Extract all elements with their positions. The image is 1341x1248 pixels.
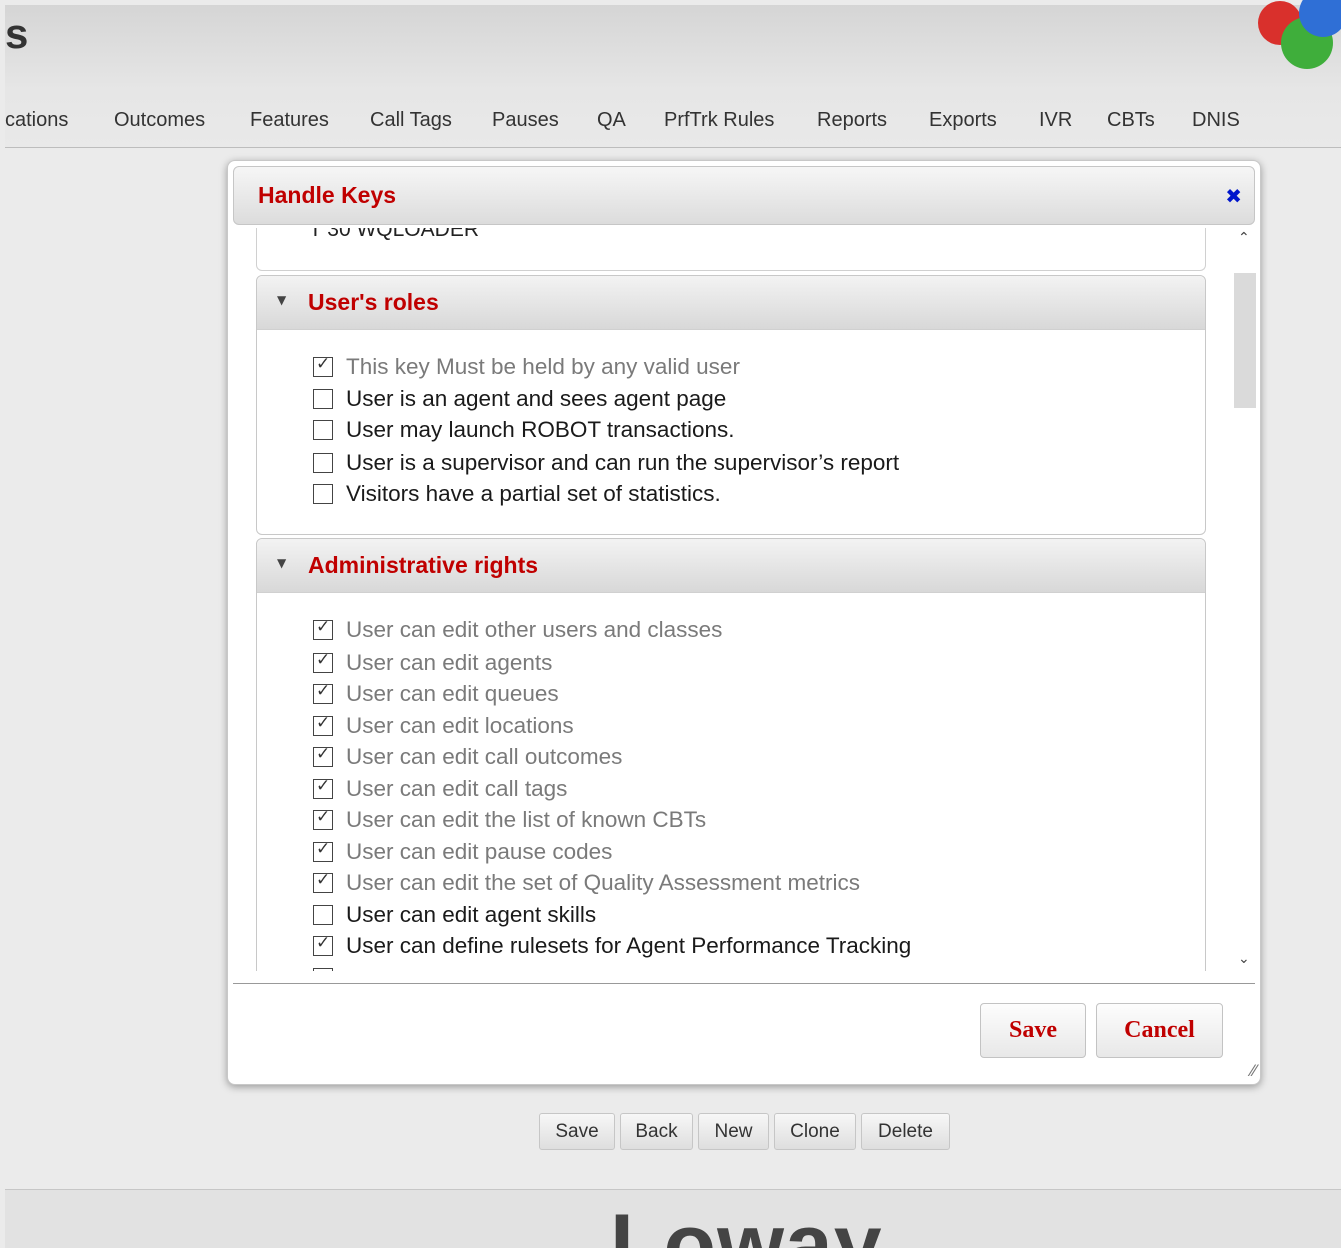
scroll-up-icon[interactable]: ⌃	[1238, 230, 1250, 246]
nav-item-exports[interactable]: Exports	[929, 109, 997, 132]
checkbox-label: User can edit the list of known CBTs	[346, 807, 707, 832]
nav-item-prftrk-rules[interactable]: PrfTrk Rules	[664, 109, 774, 132]
close-icon[interactable]: ✖	[1225, 184, 1242, 208]
new-button[interactable]: New	[698, 1113, 769, 1150]
checkbox-label: User can edit call outcomes	[346, 744, 623, 769]
section-header[interactable]: ▼ User's roles	[257, 276, 1205, 330]
checkmark-icon: ✓	[316, 839, 331, 859]
app-logo: s	[5, 10, 29, 57]
checkbox-label: User can edit agents	[346, 650, 553, 675]
checkmark-icon: ✓	[316, 617, 331, 637]
checkmark-icon: ✓	[316, 681, 331, 701]
dialog-cancel-button[interactable]: Cancel	[1096, 1003, 1223, 1058]
collapse-triangle-icon[interactable]: ▼	[277, 293, 286, 307]
clone-button[interactable]: Clone	[774, 1113, 856, 1150]
section-header[interactable]: ▼ Administrative rights	[257, 539, 1205, 593]
nav-item-reports[interactable]: Reports	[817, 109, 887, 132]
checkbox-label: User may launch ROBOT transactions.	[346, 417, 735, 442]
checkmark-icon: ✓	[316, 650, 331, 670]
checkbox[interactable]: ✓	[313, 354, 333, 377]
checkbox-label: User can edit call tags	[346, 776, 568, 801]
key-name-box: T 30 WQLOADER	[256, 228, 1206, 271]
checkbox[interactable]: ✓	[313, 776, 333, 799]
checkbox[interactable]: ✓	[313, 807, 333, 830]
checkbox[interactable]	[313, 968, 333, 971]
checkbox[interactable]	[313, 453, 333, 473]
resize-handle-icon[interactable]: ⁄⁄	[1251, 1061, 1256, 1080]
checkbox-label: User is a supervisor and can run the sup…	[346, 450, 900, 475]
nav-item-dnis[interactable]: DNIS	[1192, 109, 1240, 132]
checkbox-label: User can edit the set of Quality Assessm…	[346, 870, 860, 895]
checkbox-label: User can edit other users and classes	[346, 617, 723, 642]
checkbox-label: User can edit agent skills	[346, 902, 597, 927]
section-users-roles: ▼ User's roles ✓ This key Must be held b…	[256, 275, 1206, 535]
checkbox[interactable]: ✓	[313, 681, 333, 704]
nav-item-pauses[interactable]: Pauses	[492, 109, 559, 132]
nav-item-call-tags[interactable]: Call Tags	[370, 109, 452, 132]
checkmark-icon: ✓	[316, 807, 331, 827]
top-bar: s cations Outcomes Features Call Tags Pa…	[5, 0, 1341, 148]
dialog-save-button[interactable]: Save	[980, 1003, 1086, 1058]
nav-item-features[interactable]: Features	[250, 109, 329, 132]
checkmark-icon: ✓	[316, 933, 331, 953]
checkbox[interactable]	[313, 905, 333, 925]
section-administrative-rights: ▼ Administrative rights ✓ User can edit …	[256, 538, 1206, 971]
checkbox[interactable]	[313, 389, 333, 409]
checkbox[interactable]	[313, 484, 333, 504]
dialog-title: Handle Keys	[258, 182, 397, 208]
checkbox-label: User can edit pause codes	[346, 839, 613, 864]
nav-item-locations[interactable]: cations	[5, 109, 68, 132]
delete-button[interactable]: Delete	[861, 1113, 950, 1150]
back-button[interactable]: Back	[620, 1113, 693, 1150]
checkbox-label: User can edit queues	[346, 681, 559, 706]
checkbox[interactable]: ✓	[313, 713, 333, 736]
checkmark-icon: ✓	[316, 713, 331, 733]
checkbox-label: This key Must be held by any valid user	[346, 354, 740, 379]
section-title: User's roles	[308, 289, 439, 315]
brand-logo-icon	[1258, 0, 1341, 69]
dialog-body[interactable]: T 30 WQLOADER ▼ User's roles ✓ This key …	[228, 228, 1260, 971]
key-name: T 30 WQLOADER	[309, 228, 479, 241]
save-button[interactable]: Save	[539, 1113, 615, 1150]
section-title: Administrative rights	[308, 552, 539, 578]
scroll-thumb[interactable]	[1234, 273, 1256, 408]
dialog-header[interactable]: Handle Keys ✖	[233, 166, 1255, 225]
nav-item-outcomes[interactable]: Outcomes	[114, 109, 205, 132]
checkbox-label: Visitors have a partial set of statistic…	[346, 481, 721, 506]
checkbox[interactable]: ✓	[313, 744, 333, 767]
scroll-down-icon[interactable]: ⌄	[1238, 951, 1250, 967]
footer: Loway	[5, 1189, 1341, 1248]
checkbox[interactable]: ✓	[313, 839, 333, 862]
nav-item-ivr[interactable]: IVR	[1039, 109, 1072, 132]
checkbox-label: User is an agent and sees agent page	[346, 386, 727, 411]
checkmark-icon: ✓	[316, 776, 331, 796]
checkbox[interactable]	[313, 420, 333, 440]
checkmark-icon: ✓	[316, 744, 331, 764]
checkbox-label: User can edit locations	[346, 713, 574, 738]
nav-item-qa[interactable]: QA	[597, 109, 626, 132]
collapse-triangle-icon[interactable]: ▼	[277, 556, 286, 570]
handle-keys-dialog: Handle Keys ✖ T 30 WQLOADER ▼ User's rol…	[227, 160, 1261, 1085]
footer-logo: Loway	[610, 1197, 883, 1248]
dialog-scrollbar[interactable]: ⌃ ⌄	[1234, 228, 1256, 971]
checkbox[interactable]: ✓	[313, 617, 333, 640]
checkbox[interactable]: ✓	[313, 870, 333, 893]
checkbox[interactable]: ✓	[313, 650, 333, 673]
nav-item-cbts[interactable]: CBTs	[1107, 109, 1155, 132]
checkmark-icon: ✓	[316, 870, 331, 890]
checkmark-icon: ✓	[316, 354, 331, 374]
checkbox[interactable]: ✓	[313, 933, 333, 956]
dialog-divider	[233, 983, 1255, 984]
checkbox-label: User can define rulesets for Agent Perfo…	[346, 933, 912, 958]
